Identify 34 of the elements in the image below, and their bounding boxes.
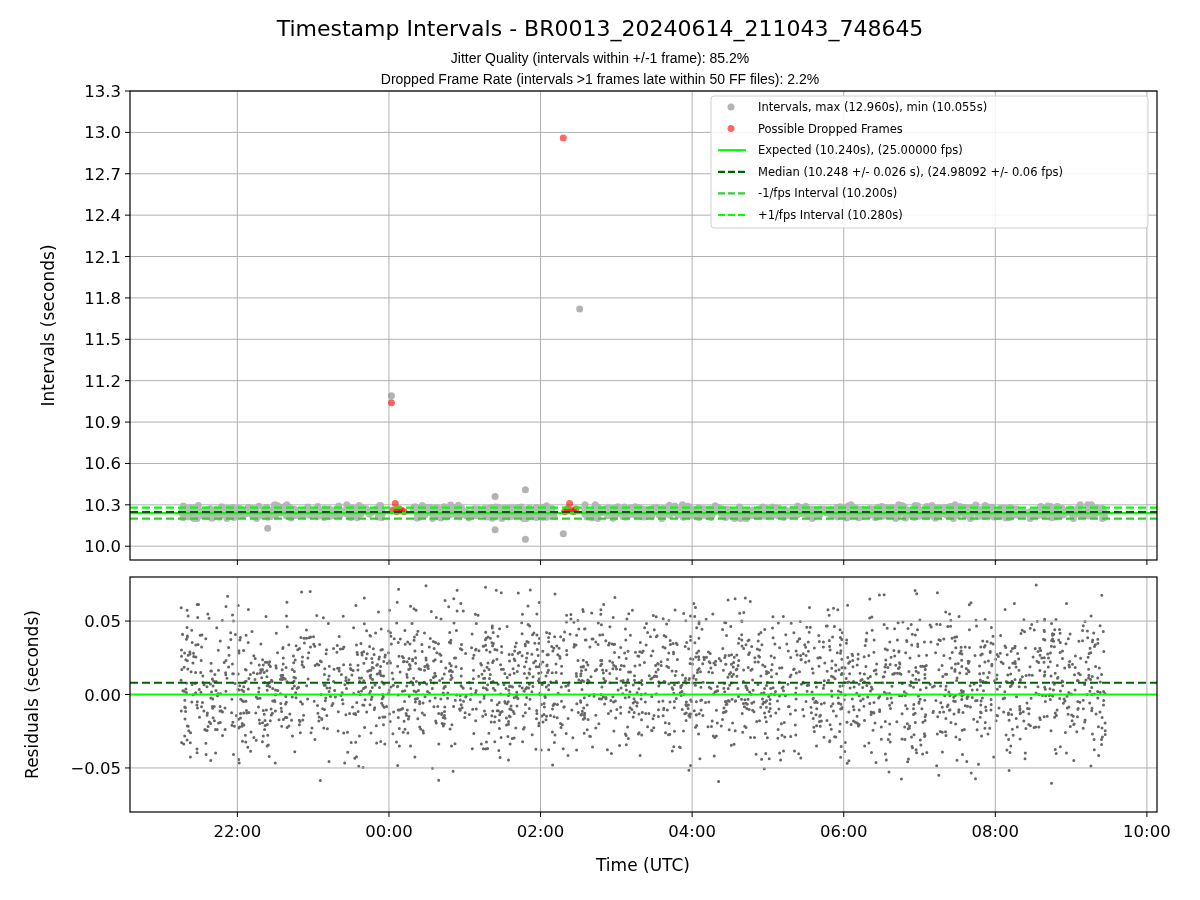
y-tick-label: 12.1 [84,247,121,267]
legend-label: Expected (10.240s), (25.00000 fps) [758,143,963,158]
x-axis-label: Time (UTC) [596,855,690,875]
y-tick-label: 12.4 [84,206,121,226]
y-axis-label: Intervals (seconds) [38,244,58,407]
x-tick-label: 10:00 [1123,822,1171,841]
y-tick-label: 10.6 [84,454,121,474]
y-axis-label: Residuals (seconds) [22,610,42,779]
y-tick-label: 13.3 [84,82,121,101]
x-tick-label: 08:00 [971,822,1020,841]
chart-title: Timestamp Intervals - BR0013_20240614_211043_748645 [276,16,924,41]
y-tick-label: 10.9 [84,413,121,433]
y-tick-label: 12.7 [84,164,121,184]
y-tick-label: 11.5 [84,330,121,350]
y-tick-label: 11.8 [84,288,121,308]
chart-subtitle: Dropped Frame Rate (intervals >1 frames late within 50 FF files): 2.2% [380,71,820,87]
legend-label: +1/fps Interval (10.280s) [758,208,903,222]
legend-label: Possible Dropped Frames [758,121,903,136]
x-tick-label: 04:00 [668,822,716,841]
y-tick-label: 0.00 [84,685,121,705]
y-tick-label: 0.05 [84,612,121,632]
chart-subtitle: Jitter Quality (intervals within +/-1 frame): 85.2% [450,50,750,66]
x-tick-label: 22:00 [213,822,262,841]
x-tick-label: 00:00 [365,822,413,841]
legend-label: Median (10.248 +/- 0.026 s), (24.98092 +/- 0.06 fps) [758,164,1063,179]
y-tick-label: 10.0 [84,537,121,557]
x-tick-label: 06:00 [819,822,868,841]
y-tick-label: 11.2 [84,371,121,391]
x-tick-label: 02:00 [516,822,565,841]
y-tick-label: −0.05 [70,758,121,778]
y-tick-label: 13.0 [84,123,121,143]
legend-label: Intervals, max (12.960s), min (10.055s) [758,100,988,114]
legend-label: -1/fps Interval (10.200s) [758,186,898,201]
y-tick-label: 10.3 [84,495,121,515]
